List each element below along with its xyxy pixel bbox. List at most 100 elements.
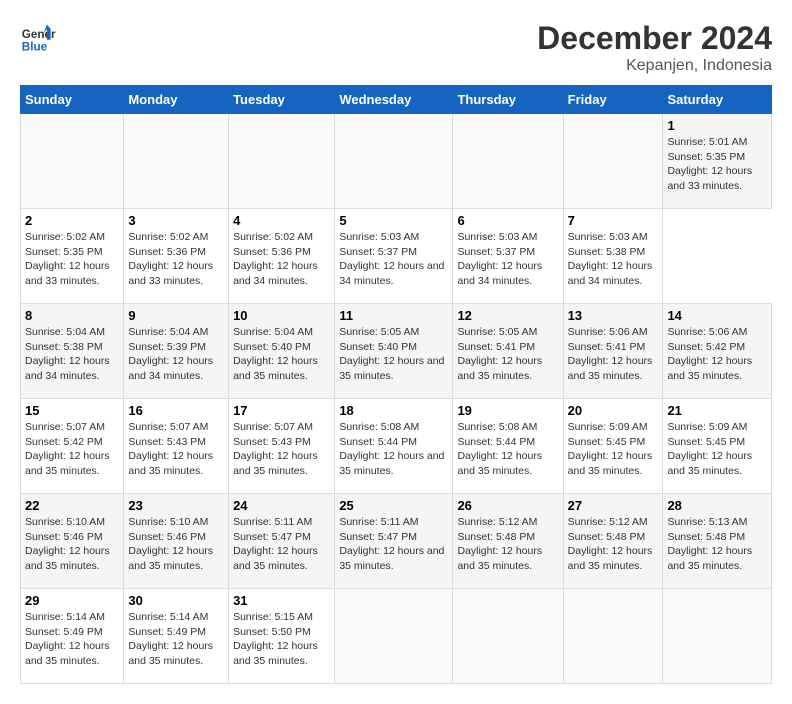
calendar-cell: 1 Sunrise: 5:01 AMSunset: 5:35 PMDaylight… xyxy=(663,114,772,209)
calendar-cell xyxy=(124,114,229,209)
calendar-cell xyxy=(453,114,563,209)
calendar-cell xyxy=(21,114,124,209)
calendar-cell xyxy=(229,114,335,209)
day-number: 26 xyxy=(457,498,558,513)
day-info: Sunrise: 5:09 AMSunset: 5:45 PMDaylight:… xyxy=(568,420,659,479)
calendar-cell xyxy=(335,114,453,209)
day-number: 30 xyxy=(128,593,224,608)
day-number: 13 xyxy=(568,308,659,323)
page-subtitle: Kepanjen, Indonesia xyxy=(537,57,772,75)
day-number: 27 xyxy=(568,498,659,513)
calendar-cell: 25 Sunrise: 5:11 AMSunset: 5:47 PMDayligh… xyxy=(335,494,453,589)
day-number: 19 xyxy=(457,403,558,418)
calendar-cell xyxy=(453,589,563,684)
calendar-cell: 24 Sunrise: 5:11 AMSunset: 5:47 PMDayligh… xyxy=(229,494,335,589)
day-info: Sunrise: 5:02 AMSunset: 5:36 PMDaylight:… xyxy=(128,230,224,289)
page-header: General Blue December 2024 Kepanjen, Ind… xyxy=(20,20,772,75)
calendar-cell xyxy=(663,589,772,684)
calendar-cell: 26 Sunrise: 5:12 AMSunset: 5:48 PMDayligh… xyxy=(453,494,563,589)
calendar-cell: 13 Sunrise: 5:06 AMSunset: 5:41 PMDayligh… xyxy=(563,304,663,399)
day-number: 17 xyxy=(233,403,330,418)
calendar-cell: 3 Sunrise: 5:02 AMSunset: 5:36 PMDaylight… xyxy=(124,209,229,304)
day-number: 16 xyxy=(128,403,224,418)
day-number: 24 xyxy=(233,498,330,513)
day-info: Sunrise: 5:06 AMSunset: 5:42 PMDaylight:… xyxy=(667,325,767,384)
day-number: 4 xyxy=(233,213,330,228)
calendar-cell: 31Sunrise: 5:15 AMSunset: 5:50 PMDayligh… xyxy=(229,589,335,684)
calendar-week-row: 15 Sunrise: 5:07 AMSunset: 5:42 PMDayligh… xyxy=(21,399,772,494)
day-number: 9 xyxy=(128,308,224,323)
day-info: Sunrise: 5:04 AMSunset: 5:38 PMDaylight:… xyxy=(25,325,119,384)
day-info: Sunrise: 5:02 AMSunset: 5:35 PMDaylight:… xyxy=(25,230,119,289)
calendar-week-row: 22Sunrise: 5:10 AMSunset: 5:46 PMDayligh… xyxy=(21,494,772,589)
column-header-saturday: Saturday xyxy=(663,86,772,114)
day-info: Sunrise: 5:05 AMSunset: 5:41 PMDaylight:… xyxy=(457,325,558,384)
day-number: 6 xyxy=(457,213,558,228)
day-number: 12 xyxy=(457,308,558,323)
day-info: Sunrise: 5:10 AMSunset: 5:46 PMDaylight:… xyxy=(128,515,224,574)
calendar-cell: 6 Sunrise: 5:03 AMSunset: 5:37 PMDaylight… xyxy=(453,209,563,304)
day-info: Sunrise: 5:04 AMSunset: 5:39 PMDaylight:… xyxy=(128,325,224,384)
logo: General Blue xyxy=(20,20,56,56)
calendar-week-row: 29 Sunrise: 5:14 AMSunset: 5:49 PMDayligh… xyxy=(21,589,772,684)
day-number: 14 xyxy=(667,308,767,323)
calendar-cell: 4Sunrise: 5:02 AMSunset: 5:36 PMDaylight… xyxy=(229,209,335,304)
column-header-monday: Monday xyxy=(124,86,229,114)
day-info: Sunrise: 5:09 AMSunset: 5:45 PMDaylight:… xyxy=(667,420,767,479)
day-info: Sunrise: 5:06 AMSunset: 5:41 PMDaylight:… xyxy=(568,325,659,384)
calendar-cell: 11 Sunrise: 5:05 AMSunset: 5:40 PMDayligh… xyxy=(335,304,453,399)
day-info: Sunrise: 5:03 AMSunset: 5:37 PMDaylight:… xyxy=(339,230,448,289)
day-number: 23 xyxy=(128,498,224,513)
day-info: Sunrise: 5:07 AMSunset: 5:43 PMDaylight:… xyxy=(233,420,330,479)
day-info: Sunrise: 5:13 AMSunset: 5:48 PMDaylight:… xyxy=(667,515,767,574)
calendar-cell xyxy=(563,589,663,684)
svg-text:Blue: Blue xyxy=(22,41,48,54)
calendar-cell: 5Sunrise: 5:03 AMSunset: 5:37 PMDaylight… xyxy=(335,209,453,304)
calendar-cell: 2Sunrise: 5:02 AMSunset: 5:35 PMDaylight… xyxy=(21,209,124,304)
calendar-cell: 10 Sunrise: 5:04 AMSunset: 5:40 PMDayligh… xyxy=(229,304,335,399)
day-info: Sunrise: 5:07 AMSunset: 5:42 PMDaylight:… xyxy=(25,420,119,479)
column-header-tuesday: Tuesday xyxy=(229,86,335,114)
calendar-cell: 15 Sunrise: 5:07 AMSunset: 5:42 PMDayligh… xyxy=(21,399,124,494)
day-info: Sunrise: 5:05 AMSunset: 5:40 PMDaylight:… xyxy=(339,325,448,384)
day-info: Sunrise: 5:07 AMSunset: 5:43 PMDaylight:… xyxy=(128,420,224,479)
calendar-week-row: 8 Sunrise: 5:04 AMSunset: 5:38 PMDaylight… xyxy=(21,304,772,399)
calendar-week-row: 1 Sunrise: 5:01 AMSunset: 5:35 PMDaylight… xyxy=(21,114,772,209)
day-info: Sunrise: 5:11 AMSunset: 5:47 PMDaylight:… xyxy=(233,515,330,574)
calendar-cell: 18Sunrise: 5:08 AMSunset: 5:44 PMDayligh… xyxy=(335,399,453,494)
day-number: 10 xyxy=(233,308,330,323)
day-info: Sunrise: 5:01 AMSunset: 5:35 PMDaylight:… xyxy=(667,135,767,194)
day-number: 1 xyxy=(667,118,767,133)
calendar-cell: 16 Sunrise: 5:07 AMSunset: 5:43 PMDayligh… xyxy=(124,399,229,494)
calendar-cell: 14 Sunrise: 5:06 AMSunset: 5:42 PMDayligh… xyxy=(663,304,772,399)
day-info: Sunrise: 5:04 AMSunset: 5:40 PMDaylight:… xyxy=(233,325,330,384)
day-number: 8 xyxy=(25,308,119,323)
calendar-cell: 9 Sunrise: 5:04 AMSunset: 5:39 PMDaylight… xyxy=(124,304,229,399)
calendar-cell xyxy=(335,589,453,684)
calendar-cell: 20Sunrise: 5:09 AMSunset: 5:45 PMDayligh… xyxy=(563,399,663,494)
day-number: 28 xyxy=(667,498,767,513)
calendar-table: SundayMondayTuesdayWednesdayThursdayFrid… xyxy=(20,85,772,684)
calendar-cell: 29 Sunrise: 5:14 AMSunset: 5:49 PMDayligh… xyxy=(21,589,124,684)
day-number: 15 xyxy=(25,403,119,418)
calendar-cell: 30Sunrise: 5:14 AMSunset: 5:49 PMDayligh… xyxy=(124,589,229,684)
calendar-cell: 23 Sunrise: 5:10 AMSunset: 5:46 PMDayligh… xyxy=(124,494,229,589)
day-number: 18 xyxy=(339,403,448,418)
calendar-cell: 8 Sunrise: 5:04 AMSunset: 5:38 PMDaylight… xyxy=(21,304,124,399)
day-number: 31 xyxy=(233,593,330,608)
day-info: Sunrise: 5:12 AMSunset: 5:48 PMDaylight:… xyxy=(457,515,558,574)
day-info: Sunrise: 5:03 AMSunset: 5:37 PMDaylight:… xyxy=(457,230,558,289)
day-number: 3 xyxy=(128,213,224,228)
logo-icon: General Blue xyxy=(20,20,56,56)
day-info: Sunrise: 5:12 AMSunset: 5:48 PMDaylight:… xyxy=(568,515,659,574)
calendar-cell: 21Sunrise: 5:09 AMSunset: 5:45 PMDayligh… xyxy=(663,399,772,494)
day-info: Sunrise: 5:14 AMSunset: 5:49 PMDaylight:… xyxy=(25,610,119,669)
day-info: Sunrise: 5:11 AMSunset: 5:47 PMDaylight:… xyxy=(339,515,448,574)
svg-text:General: General xyxy=(22,28,56,41)
day-number: 29 xyxy=(25,593,119,608)
calendar-header-row: SundayMondayTuesdayWednesdayThursdayFrid… xyxy=(21,86,772,114)
calendar-cell: 19 Sunrise: 5:08 AMSunset: 5:44 PMDayligh… xyxy=(453,399,563,494)
day-info: Sunrise: 5:08 AMSunset: 5:44 PMDaylight:… xyxy=(457,420,558,479)
day-number: 11 xyxy=(339,308,448,323)
day-number: 25 xyxy=(339,498,448,513)
